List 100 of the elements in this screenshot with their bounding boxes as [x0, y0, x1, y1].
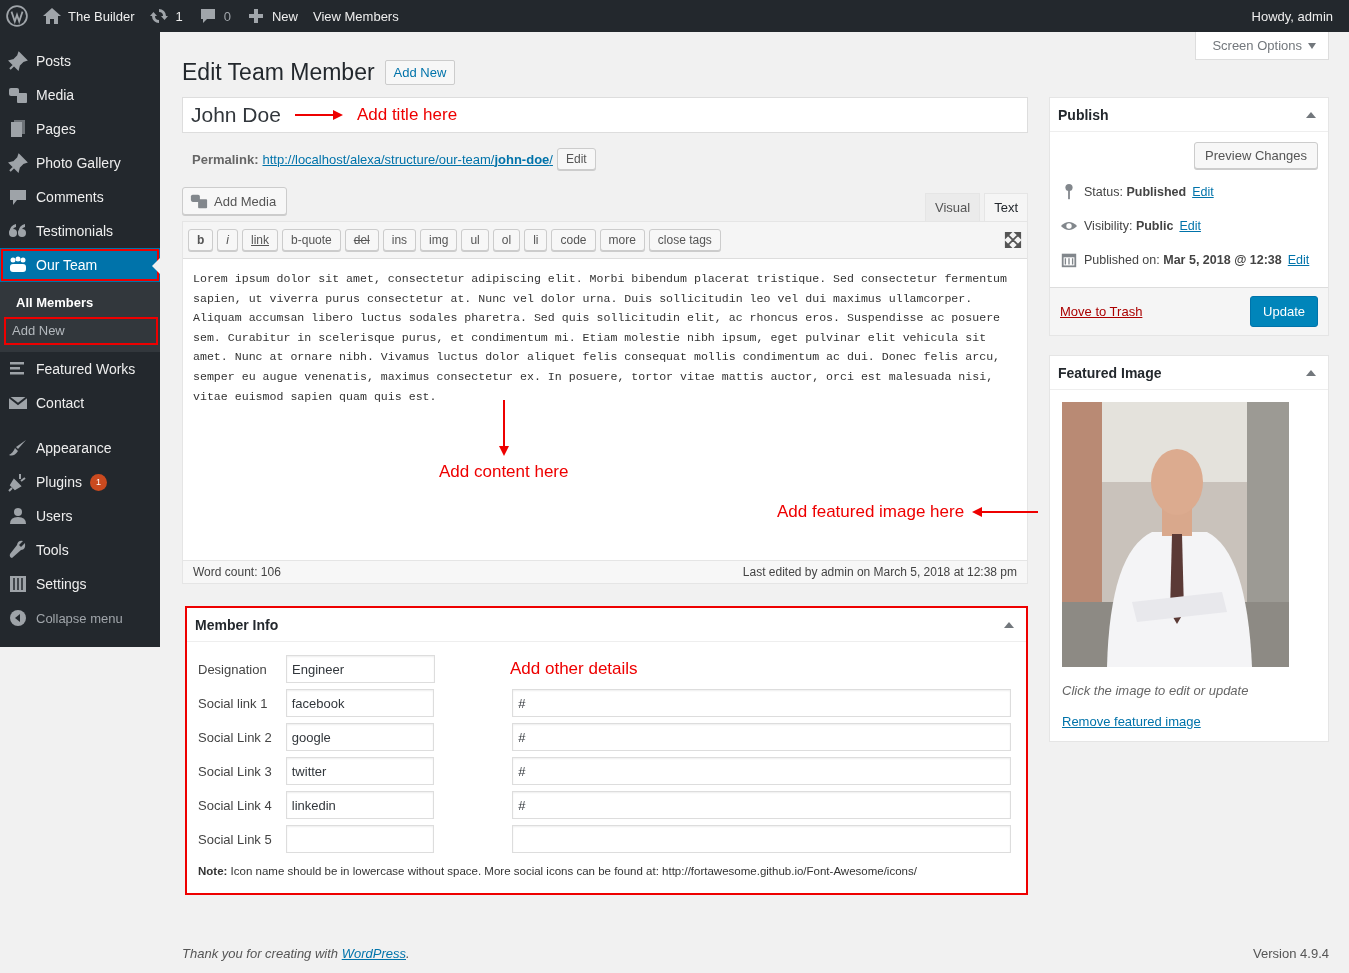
quicktag-button[interactable]: b-quote	[282, 229, 341, 251]
wordpress-logo-icon[interactable]	[6, 5, 28, 27]
input-field[interactable]: facebook	[285, 689, 435, 717]
edit-link[interactable]: Edit	[1192, 185, 1214, 199]
annotation-text: Add content here	[439, 462, 569, 482]
sidebar-item[interactable]: Users	[0, 499, 160, 533]
add-media-button[interactable]: Add Media	[182, 187, 288, 215]
title-field[interactable]: John Doe Add title here	[182, 97, 1028, 133]
sidebar-item[interactable]: Photo Gallery	[0, 146, 160, 180]
sidebar-item[interactable]: Media	[0, 78, 160, 112]
user-icon	[8, 506, 28, 526]
permalink-link[interactable]: http://localhost/alexa/structure/our-team/john-doe/	[262, 151, 553, 167]
new-content-link[interactable]: New	[245, 6, 298, 26]
site-name-link[interactable]: The Builder	[42, 6, 135, 26]
annotation-arrow	[972, 506, 1039, 517]
image-caption: Click the image to edit or update	[1062, 683, 1250, 698]
version-text: Version 4.9.4	[1253, 946, 1329, 961]
screen-options-tab[interactable]: Screen Options	[1195, 32, 1329, 60]
publish-info: Published on: Mar 5, 2018 @ 12:38	[1084, 253, 1282, 267]
speech-bubble-icon	[8, 187, 28, 207]
add-new-button[interactable]: Add New	[384, 59, 456, 85]
input-field[interactable]: Engineer	[286, 655, 435, 683]
sidebar-item[interactable]: Posts	[0, 44, 160, 78]
sidebar-item[interactable]: Comments	[0, 180, 160, 214]
panel-title: Featured Image	[1058, 364, 1162, 381]
input-field[interactable]: #	[512, 757, 1011, 785]
input-field[interactable]	[285, 825, 435, 853]
annotation-arrow	[294, 110, 343, 120]
publish-info: Visibility: Public	[1084, 219, 1174, 233]
collapse-menu-button[interactable]: Collapse menu	[0, 601, 160, 635]
quicktag-button[interactable]: i	[217, 229, 238, 251]
field-label: Designation	[198, 661, 268, 677]
preview-changes-button[interactable]: Preview Changes	[1194, 142, 1318, 169]
quicktag-button[interactable]: close tags	[648, 229, 721, 251]
calendar-icon	[1060, 251, 1078, 269]
sidebar-item[interactable]: Plugins 1	[0, 465, 160, 499]
submenu-item[interactable]: Add New	[4, 317, 158, 345]
sidebar-item[interactable]: Appearance	[0, 431, 160, 465]
input-field[interactable]: #	[512, 791, 1011, 819]
brush-icon	[8, 438, 28, 458]
updates-link[interactable]: 1	[149, 6, 183, 26]
editor-tab[interactable]: Text	[984, 193, 1028, 221]
input-field[interactable]: #	[512, 689, 1011, 717]
field-label: Social Link 5	[198, 831, 273, 847]
annotation-text: Add featured image here	[777, 502, 965, 522]
sidebar-item[interactable]: Pages	[0, 112, 160, 146]
fullscreen-icon[interactable]	[1004, 231, 1022, 249]
account-greeting[interactable]: Howdy, admin	[1251, 8, 1333, 24]
page-title: Edit Team Member	[182, 58, 375, 86]
pin-icon	[8, 51, 28, 71]
sidebar-item[interactable]: Settings	[0, 567, 160, 601]
sidebar-item[interactable]: Testimonials	[0, 214, 160, 248]
note-text: Note: Icon name should be in lowercase without space. More social icons can be found at: http://fortawesome.github.io/Font-Awesome/icons/	[198, 865, 918, 877]
refresh-icon	[149, 6, 170, 26]
quicktag-button[interactable]: ins	[382, 229, 417, 251]
panel-title: Publish	[1058, 106, 1109, 123]
quicktag-button[interactable]: del	[344, 229, 379, 251]
sidebar-item[interactable]: Our Team	[0, 248, 160, 282]
footer-text: Thank you for creating with WordPress.	[182, 946, 410, 961]
input-field[interactable]: #	[512, 723, 1011, 751]
update-button[interactable]: Update	[1250, 296, 1318, 327]
input-field[interactable]	[512, 825, 1011, 853]
view-members-link[interactable]: View Members	[312, 8, 399, 24]
media-icon	[8, 85, 28, 105]
comments-link[interactable]: 0	[197, 6, 231, 26]
annotation-text: Add other details	[510, 659, 638, 679]
quicktag-button[interactable]: img	[420, 229, 458, 251]
publish-info: Status: Published	[1084, 185, 1187, 199]
field-label: Social Link 3	[198, 763, 273, 779]
quicktag-button[interactable]: li	[524, 229, 548, 251]
quicktag-button[interactable]: b	[188, 229, 214, 251]
quicktag-button[interactable]: code	[551, 229, 596, 251]
remove-image-link[interactable]: Remove featured image	[1062, 714, 1201, 729]
quicktag-button[interactable]: link	[242, 229, 279, 251]
edit-link[interactable]: Edit	[1179, 219, 1201, 233]
sidebar-item[interactable]: Tools	[0, 533, 160, 567]
sidebar-item[interactable]: Featured Works	[0, 352, 160, 386]
people-icon	[8, 255, 28, 275]
move-to-trash-link[interactable]: Move to Trash	[1060, 304, 1143, 319]
edit-permalink-button[interactable]: Edit	[556, 148, 596, 170]
panel-title: Member Info	[195, 616, 279, 633]
media-icon	[190, 192, 208, 210]
permalink-label: Permalink:	[192, 151, 259, 167]
wordpress-link[interactable]: WordPress	[341, 946, 406, 961]
submenu-item[interactable]: All Members	[4, 289, 158, 317]
edit-link[interactable]: Edit	[1287, 253, 1310, 267]
input-field[interactable]: twitter	[285, 757, 435, 785]
sidebar-item[interactable]: Contact	[0, 386, 160, 420]
quicktag-button[interactable]: more	[599, 229, 645, 251]
plug-icon	[8, 472, 28, 492]
input-field[interactable]: linkedin	[285, 791, 435, 819]
content-textarea[interactable]: Lorem ipsum dolor sit amet, consectetur adipiscing elit. Morbi bibendum placerat tristique. Sed consectetur fermentum sapien, ut viverra purus consectetur at. Nunc vel dolor urna. Duis sollicitudin leo vel dui maximus ullamcorper. Aliquam accumsan libero luctus sodales pharetra. Sed quis sollicitudin elit, ac rhoncus eros. Suspendisse ac posuere sem. Curabitur in scelerisque purus, et condimentum mi. Etiam molestie nibh ipsum, eget pulvinar elit vehicula sit amet. Nunc at ornare nibh. Vivamus luctus dolor aliquet felis consequat mollis condimentum ac dui. Donec felis arcu, semper eu augue venenatis, maximus consectetur ex. In posuere, tortor vitae mattis auctor, orci est malesuada nisi, vitae euismod sapien quam quis est.	[193, 269, 1017, 407]
quicktag-button[interactable]: ol	[492, 229, 521, 251]
word-count: Word count: 106	[193, 565, 281, 579]
wrench-icon	[8, 540, 28, 560]
quicktag-button[interactable]: ul	[461, 229, 489, 251]
input-field[interactable]: google	[285, 723, 435, 751]
annotation-arrow	[498, 400, 509, 456]
editor-tab[interactable]: Visual	[924, 193, 981, 221]
pin-icon	[8, 153, 28, 173]
